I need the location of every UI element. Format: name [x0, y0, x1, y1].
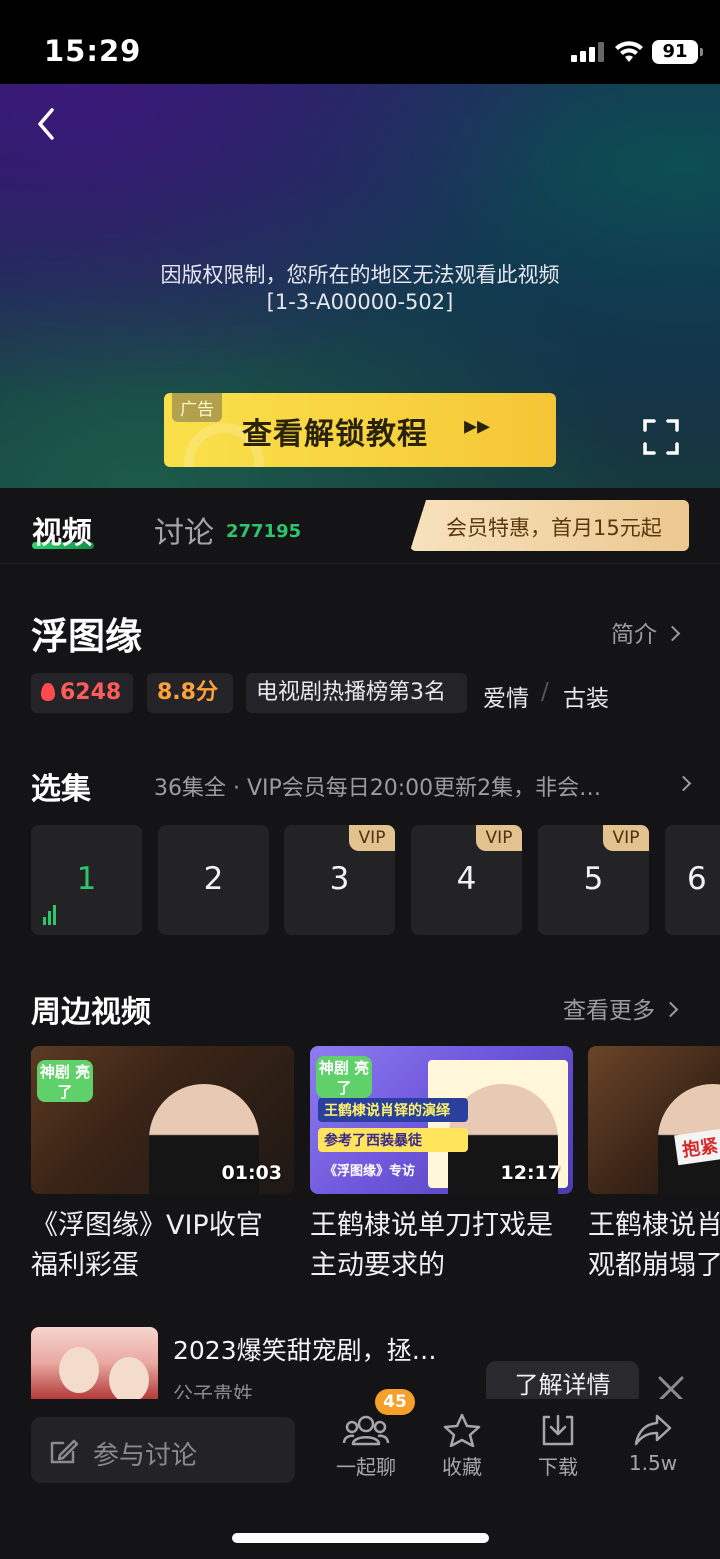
bottom-action-bar: 参与讨论 一起聊 45 收藏 下载 1.5w [0, 1389, 720, 1559]
tab-discuss[interactable]: 讨论 [154, 508, 214, 552]
episodes-title: 选集 [31, 772, 91, 807]
thumbnail-caption: 王鹤棣说肖铎的演绎 参考了西装暴徒 《浮图缘》专访 [318, 1098, 468, 1187]
genre-separator: / [541, 679, 549, 705]
video-player[interactable]: 因版权限制，您所在的地区无法观看此视频 [1-3-A00000-502] 广告 … [0, 84, 720, 488]
fullscreen-icon[interactable] [642, 418, 680, 456]
watch-together-button[interactable]: 一起聊 [326, 1413, 406, 1483]
thumbnail-person [109, 1357, 149, 1399]
cellular-signal-icon [571, 42, 605, 62]
watch-together-count-badge: 45 [375, 1389, 415, 1415]
related-video-thumbnail-1[interactable]: 神剧 亮了 01:03 [31, 1046, 294, 1194]
thumbnail-person [59, 1347, 99, 1393]
episode-card-1[interactable]: 1 [31, 825, 142, 935]
back-icon[interactable] [30, 104, 66, 144]
genre-tag-romance[interactable]: 爱情 [483, 679, 529, 713]
ad-text: 查看解锁教程 [242, 417, 428, 452]
chevron-right-icon [662, 1001, 679, 1018]
vip-badge: VIP [349, 825, 395, 851]
blocked-message-text: 因版权限制，您所在的地区无法观看此视频 [160, 263, 560, 287]
episode-number: 5 [583, 861, 604, 897]
intro-link-label: 简介 [611, 622, 657, 648]
show-logo: 神剧 亮了 [316, 1056, 372, 1098]
member-promo-text: 会员特惠，首月15元起 [446, 516, 662, 540]
home-indicator[interactable] [232, 1533, 489, 1543]
ad-arrows-icon: ▸▸ [464, 411, 491, 441]
drama-title: 浮图缘 [31, 615, 142, 658]
episode-card-2[interactable]: 2 [158, 825, 269, 935]
share-icon [634, 1414, 672, 1446]
related-video-title-1[interactable]: 《浮图缘》VIP收官福利彩蛋 [31, 1206, 281, 1286]
related-videos-title: 周边视频 [31, 995, 151, 1030]
download-icon [542, 1414, 574, 1446]
discuss-count: 277195 [226, 521, 302, 542]
tab-video[interactable]: 视频 [32, 508, 92, 552]
share-button[interactable]: 1.5w [613, 1413, 693, 1483]
flame-icon [41, 683, 55, 701]
video-duration: 12:17 [500, 1162, 561, 1184]
show-logo: 神剧 亮了 [37, 1060, 93, 1102]
related-video-thumbnail-3[interactable]: 抱紧 [588, 1046, 720, 1194]
genre-tag-costume[interactable]: 古装 [563, 679, 609, 713]
related-video-title-3[interactable]: 王鹤棣说肖观都崩塌了 [588, 1206, 720, 1286]
heat-badge: 6248 [31, 673, 133, 713]
learn-more-button[interactable]: 了解详情 [486, 1361, 639, 1399]
wifi-icon [615, 41, 643, 62]
caption-line: 王鹤棣说肖铎的演绎 [318, 1098, 468, 1122]
status-time: 15:29 [44, 34, 142, 68]
favorite-label: 收藏 [442, 1455, 482, 1479]
episodes-description[interactable]: 36集全 · VIP会员每日20:00更新2集，非会… [154, 770, 674, 802]
related-video-thumbnail-2[interactable]: 神剧 亮了 王鹤棣说肖铎的演绎 参考了西装暴徒 《浮图缘》专访 12:17 [310, 1046, 573, 1194]
now-playing-icon [43, 905, 59, 925]
ad-tag: 广告 [172, 393, 222, 422]
error-code: [1-3-A00000-502] [266, 290, 454, 314]
recommended-drama-title[interactable]: 2023爆笑甜宠剧，拯… [173, 1331, 437, 1367]
episode-card-4[interactable]: 4 VIP [411, 825, 522, 935]
episode-card-3[interactable]: 3 VIP [284, 825, 395, 935]
discussion-placeholder: 参与讨论 [93, 1441, 198, 1471]
view-more-label: 查看更多 [563, 998, 655, 1024]
rank-badge[interactable]: 电视剧热播榜第3名 [246, 673, 467, 713]
watch-together-label: 一起聊 [336, 1455, 396, 1479]
group-chat-icon [342, 1415, 390, 1446]
favorite-button[interactable]: 收藏 [422, 1413, 502, 1483]
download-label: 下载 [538, 1455, 578, 1479]
episode-card-5[interactable]: 5 VIP [538, 825, 649, 935]
vip-badge: VIP [476, 825, 522, 851]
episode-number: 2 [203, 861, 224, 897]
recommended-drama-thumbnail[interactable] [31, 1327, 158, 1399]
edit-icon [50, 1439, 79, 1464]
intro-link[interactable]: 简介 [611, 615, 681, 649]
heat-value: 6248 [60, 680, 122, 705]
caption-line: 参考了西装暴徒 [318, 1128, 468, 1152]
recommended-drama-subtitle: 公子贵姓 [173, 1382, 253, 1399]
share-count-label: 1.5w [628, 1451, 678, 1475]
vip-badge: VIP [603, 825, 649, 851]
star-icon [443, 1413, 481, 1447]
member-promo-banner[interactable]: 会员特惠，首月15元起 [410, 500, 689, 551]
related-video-title-2[interactable]: 王鹤棣说单刀打戏是主动要求的 [310, 1206, 560, 1286]
thumbnail-tag: 抱紧 [674, 1128, 720, 1166]
episode-number: 1 [76, 861, 97, 897]
view-more-link[interactable]: 查看更多 [563, 991, 679, 1025]
download-button[interactable]: 下载 [518, 1413, 598, 1483]
episode-number: 4 [456, 861, 477, 897]
episode-number: 6 [687, 861, 707, 897]
caption-line: 《浮图缘》专访 [324, 1164, 416, 1179]
video-duration: 01:03 [221, 1162, 282, 1184]
score-badge: 8.8分 [147, 673, 233, 713]
battery-indicator: 91 [652, 40, 703, 64]
discussion-input[interactable]: 参与讨论 [31, 1417, 295, 1483]
unlock-tutorial-ad[interactable]: 广告 查看解锁教程 ▸▸ [164, 393, 556, 467]
episode-number: 3 [329, 861, 350, 897]
blocked-message: 因版权限制，您所在的地区无法观看此视频 [1-3-A00000-502] [0, 262, 720, 316]
content-tabs: 视频 讨论 277195 会员特惠，首月15元起 [0, 488, 720, 564]
related-video-title-3-text: 王鹤棣说肖观都崩塌了 [588, 1210, 720, 1281]
status-bar: 15:29 91 [0, 0, 720, 84]
chevron-right-icon[interactable] [675, 775, 692, 792]
chevron-right-icon [664, 625, 681, 642]
episode-card-6[interactable]: 6 [665, 825, 720, 935]
